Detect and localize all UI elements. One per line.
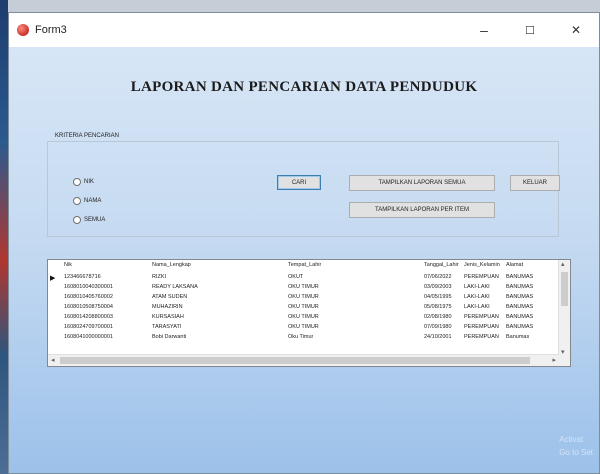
cell-alamat[interactable]: BANUMAS [506,324,533,330]
radio-semua[interactable]: SEMUA [73,216,105,224]
data-grid[interactable]: Nik Nama_Lengkap Tempat_Lahir Tanggal_La… [47,259,571,367]
cell-nama[interactable]: KURSASIAH [152,314,184,320]
column-header-alamat[interactable]: Alamat [506,262,523,268]
watermark-line-2: Go to Set [559,448,593,457]
cell-tanggal[interactable]: 04/05/1995 [424,294,452,300]
window-title: Form3 [35,24,67,36]
horizontal-scrollbar[interactable]: ◂ ▸ [48,354,559,366]
cell-tempat[interactable]: OKU TIMUR [288,284,319,290]
cell-jenis[interactable]: PEREMPUAN [464,314,499,320]
cell-alamat[interactable]: BANUMAS [506,284,533,290]
column-header-nik[interactable]: Nik [64,262,72,268]
cell-nama[interactable]: Bobi Darwanti [152,334,186,340]
cell-nik[interactable]: 123466678716 [64,274,101,280]
form-client-area: LAPORAN DAN PENCARIAN DATA PENDUDUK KRIT… [9,47,599,473]
column-header-jenis[interactable]: Jenis_Kelamin [464,262,500,268]
cell-tanggal[interactable]: 05/08/1975 [424,304,452,310]
radio-semua-label: SEMUA [84,217,106,223]
scrollbar-corner [559,355,570,366]
cell-tempat[interactable]: OKU TIMUR [288,304,319,310]
cell-nama[interactable]: MUHAZIRIN [152,304,183,310]
radio-nama-label: NAMA [84,198,102,204]
horizontal-scroll-thumb[interactable] [60,357,530,364]
close-button[interactable]: ✕ [553,13,599,47]
cell-alamat[interactable]: BANUMAS [506,294,533,300]
cell-alamat[interactable]: BANUMAS [506,314,533,320]
cell-jenis[interactable]: LAKI-LAKI [464,294,490,300]
cell-tempat[interactable]: OKU TIMUR [288,314,319,320]
cell-nama[interactable]: RIZKI [152,274,166,280]
table-row[interactable]: 1608010405760002 ATAM SUDEN OKU TIMUR 04/05… [48,292,558,302]
cell-tanggal[interactable]: 03/09/2003 [424,284,452,290]
cell-nama[interactable]: TARASYATI [152,324,181,330]
vertical-scrollbar[interactable]: ▴ ▾ [558,260,570,356]
cell-nik[interactable]: 1608014208800003 [64,314,113,320]
cell-tanggal[interactable]: 07/06/2022 [424,274,452,280]
cell-jenis[interactable]: LAKI-LAKI [464,284,490,290]
cell-tempat[interactable]: OKU TIMUR [288,294,319,300]
cell-tanggal[interactable]: 02/08/1980 [424,314,452,320]
title-bar[interactable]: Form3 – ☐ ✕ [9,13,599,47]
activation-watermark: Activat Go to Set [559,433,593,459]
background-desktop-strip [0,0,8,474]
cell-jenis[interactable]: LAKI-LAKI [464,304,490,310]
column-header-tempat[interactable]: Tempat_Lahir [288,262,321,268]
column-header-nama[interactable]: Nama_Lengkap [152,262,191,268]
search-criteria-label: KRITERIA PENCARIAN [53,133,122,139]
keluar-button[interactable]: KELUAR [510,175,560,191]
form-window: Form3 – ☐ ✕ LAPORAN DAN PENCARIAN DATA P… [8,12,600,474]
cari-button[interactable]: CARI [277,175,321,190]
radio-circle-icon [73,178,81,186]
cell-alamat[interactable]: BANUMAS [506,304,533,310]
cell-nik[interactable]: 1608010508750004 [64,304,113,310]
cell-nama[interactable]: ATAM SUDEN [152,294,187,300]
cell-tempat[interactable]: OKUT [288,274,303,280]
cell-tanggal[interactable]: 24/10/2001 [424,334,452,340]
cell-jenis[interactable]: PEREMPUAN [464,274,499,280]
grid-header-row: Nik Nama_Lengkap Tempat_Lahir Tanggal_La… [48,260,558,270]
radio-circle-icon [73,197,81,205]
cell-nik[interactable]: 1608010405760002 [64,294,113,300]
cell-tempat[interactable]: Oku Timur [288,334,313,340]
radio-circle-icon [73,216,81,224]
watermark-line-1: Activat [559,435,584,444]
maximize-button[interactable]: ☐ [507,13,553,47]
minimize-button[interactable]: – [461,13,507,47]
page-title: LAPORAN DAN PENCARIAN DATA PENDUDUK [130,79,478,95]
cell-alamat[interactable]: Banumas [506,334,529,340]
scroll-left-icon[interactable]: ◂ [51,356,55,364]
radio-nama[interactable]: NAMA [73,197,101,205]
vertical-scroll-thumb[interactable] [561,272,568,306]
scroll-right-icon[interactable]: ▸ [552,356,556,364]
tampilkan-laporan-semua-button[interactable]: TAMPILKAN LAPORAN SEMUA [349,175,495,191]
radio-nik[interactable]: NIK [73,178,94,186]
table-row[interactable]: 1608014208800003 KURSASIAH OKU TIMUR 02/08/… [48,312,558,322]
cell-alamat[interactable]: BANUMAS [506,274,533,280]
scroll-up-icon[interactable]: ▴ [561,260,565,268]
app-icon [17,24,29,36]
cell-nama[interactable]: READY LAKSANA [152,284,198,290]
cell-tempat[interactable]: OKU TIMUR [288,324,319,330]
selected-row-indicator-icon: ▶ [50,275,56,282]
column-header-tanggal[interactable]: Tanggal_Lahir [424,262,459,268]
table-row[interactable]: ▶ 123466678716 RIZKI OKUT 07/06/2022 PEREMPUA… [48,272,558,282]
table-row[interactable]: 1608010040300001 READY LAKSANA OKU TIMUR 03… [48,282,558,292]
tampilkan-laporan-per-item-button[interactable]: TAMPILKAN LAPORAN PER ITEM [349,202,495,218]
table-row[interactable]: 1608024709700001 TARASYATI OKU TIMUR 07/09/… [48,322,558,332]
cell-nik[interactable]: 1608010040300001 [64,284,113,290]
cell-nik[interactable]: 1608041000000001 [64,334,113,340]
cell-nik[interactable]: 1608024709700001 [64,324,113,330]
cell-jenis[interactable]: PEREMPUAN [464,324,499,330]
cell-tanggal[interactable]: 07/09/1980 [424,324,452,330]
table-row[interactable]: 1608041000000001 Bobi Darwanti Oku Timur 24… [48,332,558,342]
table-row[interactable]: 1608010508750004 MUHAZIRIN OKU TIMUR 05/08/… [48,302,558,312]
cell-jenis[interactable]: PEREMPUAN [464,334,499,340]
radio-nik-label: NIK [84,179,95,185]
